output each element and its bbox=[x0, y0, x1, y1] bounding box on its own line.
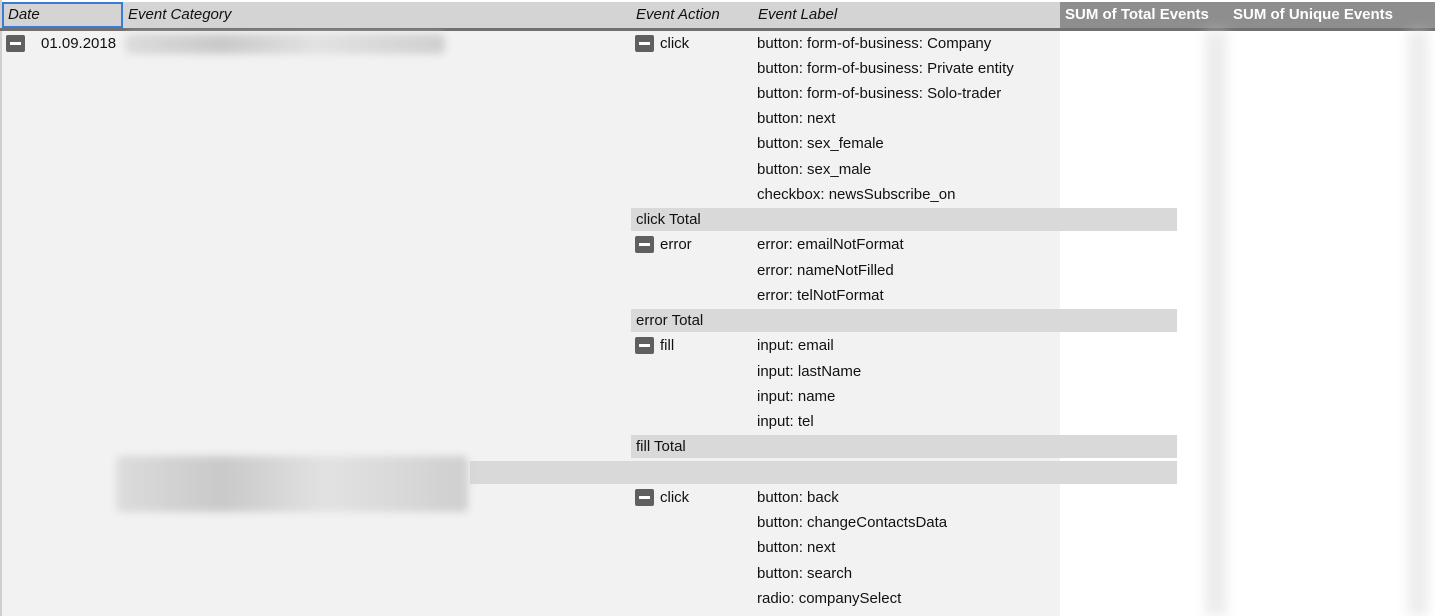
date-value: 01.09.2018 bbox=[41, 35, 117, 52]
table-row: error: emailNotFormat bbox=[757, 236, 904, 253]
table-row: radio: companySelect bbox=[757, 590, 902, 607]
header-sum-total-events-label: SUM of Total Events bbox=[1065, 6, 1209, 23]
category-total-band bbox=[470, 461, 1177, 484]
table-row: error: telNotFormat bbox=[757, 287, 884, 304]
table-row: input: email bbox=[757, 337, 834, 354]
table-row: error: nameNotFilled bbox=[757, 262, 894, 279]
header-date-label: Date bbox=[8, 6, 40, 23]
click-total-label: click Total bbox=[636, 211, 701, 228]
collapse-fill-icon[interactable] bbox=[635, 337, 654, 354]
table-row: button: form-of-business: Company bbox=[757, 35, 992, 52]
table-row: button: next bbox=[757, 110, 836, 127]
table-row: button: sex_female bbox=[757, 135, 884, 152]
table-row: button: form-of-business: Private entity bbox=[757, 60, 1014, 77]
blurred-category-2 bbox=[116, 456, 468, 512]
header-event-label[interactable]: Event Label bbox=[753, 2, 1060, 28]
fill-total-band bbox=[631, 435, 1177, 458]
table-row: button: form-of-business: Solo-trader bbox=[757, 85, 1002, 102]
table-row: button: next bbox=[757, 539, 836, 556]
action-fill: fill bbox=[660, 337, 675, 354]
collapse-error-icon[interactable] bbox=[635, 236, 654, 253]
table-row: button: search bbox=[757, 565, 853, 582]
blurred-total-values bbox=[1205, 31, 1227, 616]
fill-total-label: fill Total bbox=[636, 438, 686, 455]
table-row: checkbox: newsSubscribe_on bbox=[757, 186, 956, 203]
table-row: input: name bbox=[757, 388, 836, 405]
action-click: click bbox=[660, 35, 690, 52]
blurred-category-1 bbox=[125, 34, 445, 54]
header-sum-total-events[interactable]: SUM of Total Events bbox=[1060, 2, 1228, 28]
header-event-action[interactable]: Event Action bbox=[631, 2, 753, 28]
header-sum-unique-events-label: SUM of Unique Events bbox=[1233, 6, 1394, 23]
action-error: error bbox=[660, 236, 692, 253]
pivot-table: Date Event Category Event Action Event L… bbox=[0, 0, 1435, 616]
error-total-label: error Total bbox=[636, 312, 704, 329]
table-row: button: back bbox=[757, 489, 839, 506]
collapse-date-icon[interactable] bbox=[6, 35, 25, 52]
header-event-action-label: Event Action bbox=[636, 6, 720, 23]
collapse-click-icon[interactable] bbox=[635, 35, 654, 52]
error-total-band bbox=[631, 309, 1177, 332]
header-event-category-label: Event Category bbox=[128, 6, 232, 23]
table-row: input: lastName bbox=[757, 363, 862, 380]
header-event-label-label: Event Label bbox=[758, 6, 838, 23]
collapse-click-2-icon[interactable] bbox=[635, 489, 654, 506]
header-event-category[interactable]: Event Category bbox=[123, 2, 631, 28]
table-row: input: tel bbox=[757, 413, 814, 430]
click-total-band bbox=[631, 208, 1177, 231]
header-date[interactable]: Date bbox=[2, 2, 123, 28]
table-row: button: sex_male bbox=[757, 161, 872, 178]
blurred-unique-values bbox=[1408, 31, 1428, 616]
header-sum-unique-events[interactable]: SUM of Unique Events bbox=[1228, 2, 1435, 28]
action-click-2: click bbox=[660, 489, 690, 506]
table-row: button: changeContactsData bbox=[757, 514, 948, 531]
